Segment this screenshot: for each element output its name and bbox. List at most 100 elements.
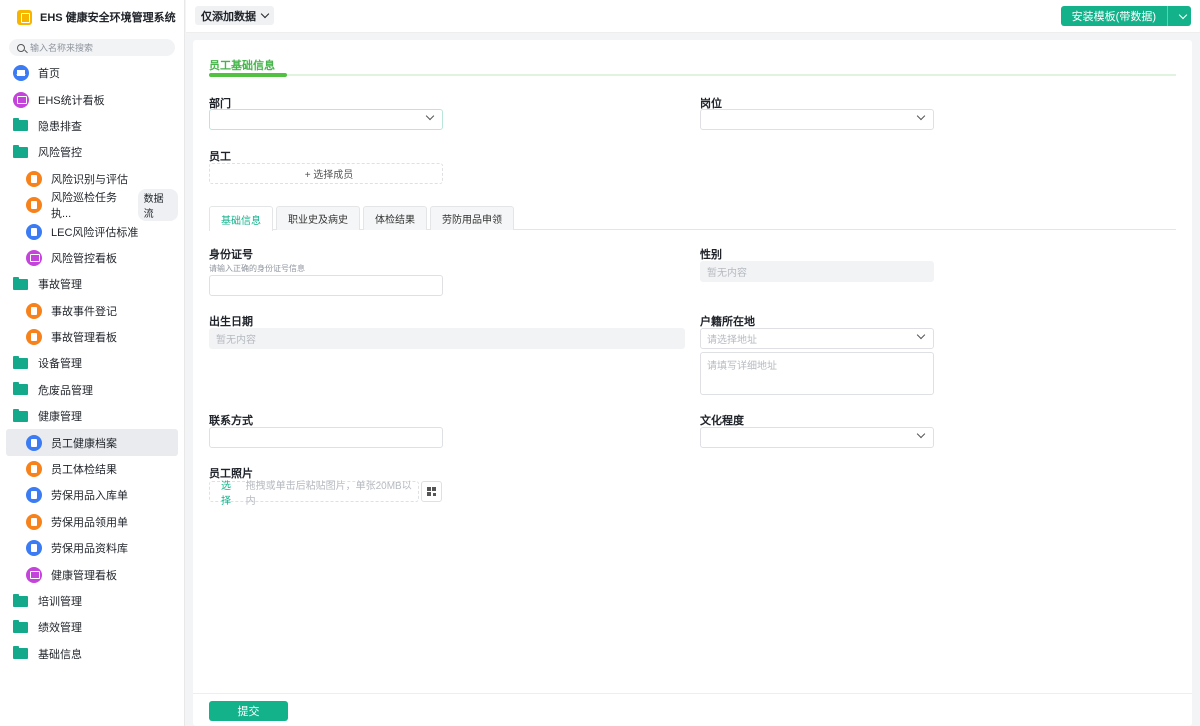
sidebar-item[interactable]: 事故管理 xyxy=(0,271,178,297)
folder-icon xyxy=(13,118,28,132)
birth-label: 出生日期 xyxy=(209,316,253,328)
household-placeholder: 请选择地址 xyxy=(707,335,757,346)
chevron-down-icon xyxy=(916,111,926,121)
sidebar-item-label: 事故事件登记 xyxy=(51,305,117,318)
search-input[interactable]: 输入名称来搜索 xyxy=(9,39,175,56)
sidebar-item[interactable]: 健康管理 xyxy=(0,403,178,429)
chevron-down-icon xyxy=(260,9,270,19)
section-divider xyxy=(209,73,1176,77)
education-select[interactable] xyxy=(700,427,934,448)
sidebar-item[interactable]: 劳保用品资料库 xyxy=(0,535,178,561)
sidebar-item-label: 首页 xyxy=(38,68,60,81)
tab-3[interactable]: 劳防用品申领 xyxy=(430,206,514,230)
sidebar-item-label: 绩效管理 xyxy=(38,622,82,635)
gender-label: 性别 xyxy=(700,249,722,261)
photo-upload-area[interactable]: 选择 拖拽或单击后粘贴图片，单张20MB以内 xyxy=(209,481,419,507)
form-icon xyxy=(26,329,42,346)
tab-1[interactable]: 职业史及病史 xyxy=(276,206,360,230)
sidebar-item-label: 风险管控 xyxy=(38,147,82,160)
sidebar-item-label: 风险识别与评估 xyxy=(51,173,128,186)
app-brand: EHS 健康安全环境管理系统 xyxy=(0,1,184,33)
search-placeholder: 输入名称来搜索 xyxy=(30,43,94,53)
contact-input[interactable] xyxy=(209,427,443,448)
sidebar-item[interactable]: 基础信息 xyxy=(0,641,178,667)
id-number-label: 身份证号 xyxy=(209,249,253,261)
folder-icon xyxy=(13,646,28,660)
sidebar-item[interactable]: 事故管理看板 xyxy=(0,324,178,350)
sidebar-item[interactable]: 员工健康档案 xyxy=(6,429,178,456)
chevron-down-icon xyxy=(425,111,435,121)
submit-button[interactable]: 提交 xyxy=(209,701,288,721)
form-card: 员工基础信息 部门 岗位 员工 + 选择成员 基础信息 职业史及病史 体检结果 劳防用… xyxy=(193,40,1192,726)
sidebar-item[interactable]: 风险管控 xyxy=(0,139,178,165)
install-template-button-group: 安装模板(带数据) xyxy=(1060,6,1191,26)
household-detail-placeholder: 请填写详细地址 xyxy=(707,361,777,372)
household-detail-textarea[interactable]: 请填写详细地址 xyxy=(700,352,934,395)
chevron-down-icon xyxy=(1178,10,1187,19)
form-icon xyxy=(26,513,42,530)
sidebar-item-label: 风险管控看板 xyxy=(51,252,117,265)
sidebar-nav: 首页 EHS统计看板隐患排查风险管控风险识别与评估风险巡检任务执... 数据流 LEC… xyxy=(0,60,184,667)
sidebar-item-label: 隐患排查 xyxy=(38,120,82,133)
department-select[interactable] xyxy=(209,109,443,130)
sidebar-item-label: 员工体检结果 xyxy=(51,464,117,477)
birth-field: 暂无内容 xyxy=(209,328,685,349)
sidebar-item-label: 事故管理看板 xyxy=(51,332,117,345)
search-icon xyxy=(17,43,25,52)
sidebar-item-label: 危废品管理 xyxy=(38,384,93,397)
folder-icon xyxy=(13,144,28,158)
sidebar-item-label: 风险巡检任务执... xyxy=(51,192,117,221)
sidebar-item-label: 健康管理看板 xyxy=(51,569,117,582)
folder-icon xyxy=(13,276,28,290)
position-select[interactable] xyxy=(700,109,934,130)
sidebar-item[interactable]: 培训管理 xyxy=(0,588,178,614)
sidebar-item[interactable]: 首页 xyxy=(0,60,178,86)
sidebar-item[interactable]: LEC风险评估标准 xyxy=(0,218,178,244)
install-options-button[interactable] xyxy=(1167,6,1191,26)
household-address-select[interactable]: 请选择地址 xyxy=(700,328,934,349)
form-icon xyxy=(26,302,42,319)
folder-icon xyxy=(13,408,28,422)
qr-upload-button[interactable] xyxy=(421,481,442,502)
id-number-hint: 请输入正确的身份证号信息 xyxy=(209,264,305,273)
tab-0[interactable]: 基础信息 xyxy=(209,206,273,231)
install-template-button[interactable]: 安装模板(带数据) xyxy=(1061,6,1167,26)
sidebar-item[interactable]: 风险管控看板 xyxy=(0,245,178,271)
tab-2[interactable]: 体检结果 xyxy=(363,206,427,230)
sidebar-item[interactable]: 事故事件登记 xyxy=(0,298,178,324)
folder-icon xyxy=(13,355,28,369)
sidebar-item[interactable]: 员工体检结果 xyxy=(0,456,178,482)
sidebar-item[interactable]: 健康管理看板 xyxy=(0,561,178,587)
sidebar-item[interactable]: 隐患排查 xyxy=(0,113,178,139)
sidebar-item-label: 设备管理 xyxy=(38,358,82,371)
dashboard-icon xyxy=(26,566,42,583)
photo-upload-hint: 拖拽或单击后粘贴图片，单张20MB以内 xyxy=(245,480,412,507)
select-member-button[interactable]: + 选择成员 xyxy=(209,163,443,184)
education-label: 文化程度 xyxy=(700,415,744,427)
table-icon xyxy=(26,434,42,451)
mode-dropdown[interactable]: 仅添加数据 xyxy=(195,6,274,25)
sidebar-item-label: 劳保用品入库单 xyxy=(51,490,128,503)
sidebar-item-label: 培训管理 xyxy=(38,596,82,608)
table-icon xyxy=(26,540,42,557)
sidebar-item-label: 基础信息 xyxy=(38,648,82,661)
sidebar-item-label: 员工健康档案 xyxy=(51,437,117,450)
sidebar-item[interactable]: 绩效管理 xyxy=(0,614,178,640)
folder-icon xyxy=(13,619,28,633)
sidebar-item-label: 事故管理 xyxy=(38,279,82,292)
sidebar: EHS 健康安全环境管理系统 输入名称来搜索 首页 EHS统计看板隐患排查风险管控… xyxy=(0,0,185,726)
home-icon xyxy=(13,65,29,82)
contact-label: 联系方式 xyxy=(209,415,253,427)
sidebar-item[interactable]: 风险巡检任务执... 数据流 xyxy=(0,189,178,222)
table-icon xyxy=(26,487,42,504)
sidebar-item[interactable]: 风险识别与评估 xyxy=(0,166,178,192)
sidebar-item[interactable]: 危废品管理 xyxy=(0,377,178,403)
photo-pick-link[interactable]: 选择 xyxy=(221,477,241,507)
sidebar-item[interactable]: 劳保用品入库单 xyxy=(0,482,178,508)
sidebar-item[interactable]: 设备管理 xyxy=(0,350,178,376)
sidebar-item[interactable]: 劳保用品领用单 xyxy=(0,509,178,535)
form-icon xyxy=(26,461,42,478)
sidebar-item[interactable]: EHS统计看板 xyxy=(0,86,178,112)
sidebar-item-label: 劳保用品资料库 xyxy=(51,543,128,556)
id-number-input[interactable] xyxy=(209,275,443,296)
